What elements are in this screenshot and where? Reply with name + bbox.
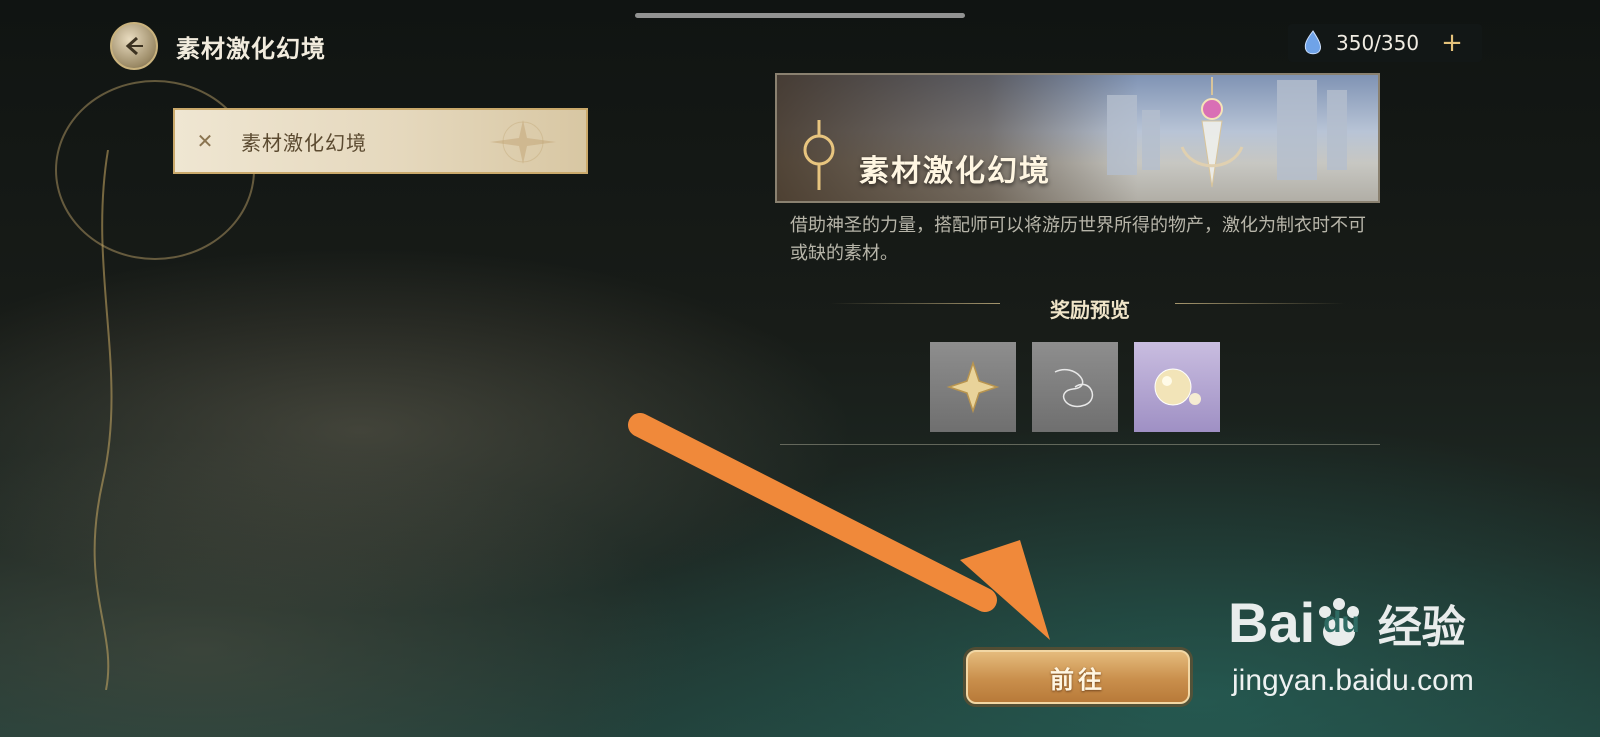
watermark-logo-cn: 经验 xyxy=(1377,601,1466,653)
baidu-watermark-logo: Bai du 经验 xyxy=(1228,590,1466,655)
watermark-logo-text: Bai xyxy=(1228,591,1316,654)
watermark-logo-text-b: du xyxy=(1323,605,1360,639)
watermark-url: jingyan.baidu.com xyxy=(1232,664,1474,697)
